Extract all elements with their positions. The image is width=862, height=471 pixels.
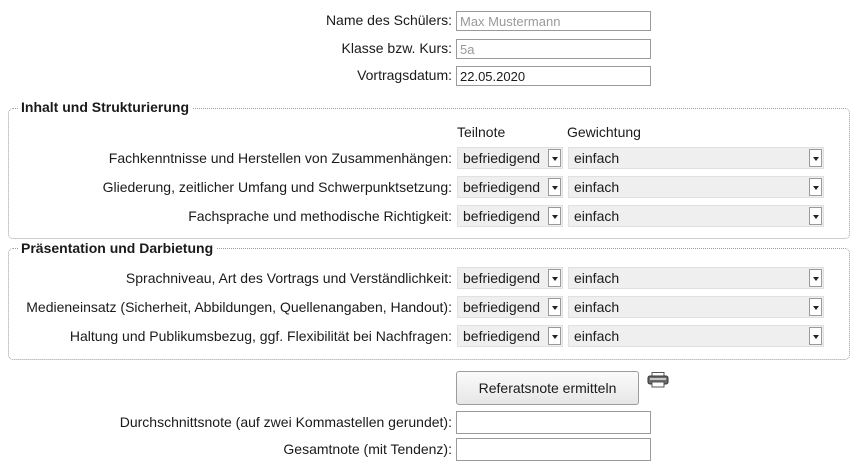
criterion-label: Fachsprache und methodische Richtigkeit:	[188, 208, 452, 224]
grade-select[interactable]: befriedigend	[457, 325, 563, 347]
criterion-label: Medieneinsatz (Sicherheit, Abbildungen, …	[26, 299, 452, 315]
dropdown-arrow-icon	[548, 149, 561, 167]
weight-select[interactable]: einfach	[568, 205, 824, 227]
date-label: Vortragsdatum:	[357, 67, 452, 83]
grade-select[interactable]: befriedigend	[457, 296, 563, 318]
average-grade-output[interactable]	[456, 411, 651, 434]
criterion-label: Sprachniveau, Art des Vortrags und Verst…	[125, 270, 452, 286]
grade-select-value: befriedigend	[463, 270, 541, 286]
grade-select-value: befriedigend	[463, 328, 541, 344]
dropdown-arrow-icon	[809, 207, 822, 225]
weight-select-value: einfach	[574, 328, 620, 344]
weight-column-header: Gewichtung	[567, 124, 641, 140]
grade-select[interactable]: befriedigend	[457, 267, 563, 289]
weight-select[interactable]: einfach	[568, 267, 824, 289]
dropdown-arrow-icon	[809, 149, 822, 167]
dropdown-arrow-icon	[548, 178, 561, 196]
dropdown-arrow-icon	[548, 269, 561, 287]
grade-select-value: befriedigend	[463, 150, 541, 166]
compute-grade-button[interactable]: Referatsnote ermitteln	[456, 371, 639, 405]
date-input[interactable]	[456, 66, 651, 86]
student-name-input[interactable]	[456, 11, 651, 31]
criterion-label: Haltung und Publikumsbezug, ggf. Flexibi…	[69, 328, 452, 344]
dropdown-arrow-icon	[809, 327, 822, 345]
weight-select[interactable]: einfach	[568, 325, 824, 347]
dropdown-arrow-icon	[809, 298, 822, 316]
total-grade-label: Gesamtnote (mit Tendenz):	[283, 441, 452, 457]
weight-select[interactable]: einfach	[568, 147, 824, 169]
dropdown-arrow-icon	[548, 207, 561, 225]
grade-select-value: befriedigend	[463, 179, 541, 195]
grade-select[interactable]: befriedigend	[457, 205, 563, 227]
weight-select[interactable]: einfach	[568, 176, 824, 198]
grade-select-value: befriedigend	[463, 208, 541, 224]
weight-select-value: einfach	[574, 208, 620, 224]
class-input[interactable]	[456, 39, 651, 59]
dropdown-arrow-icon	[548, 298, 561, 316]
class-label: Klasse bzw. Kurs:	[341, 40, 453, 56]
dropdown-arrow-icon	[809, 178, 822, 196]
criterion-label: Gliederung, zeitlicher Umfang und Schwer…	[102, 179, 452, 195]
grade-select[interactable]: befriedigend	[457, 176, 563, 198]
weight-select-value: einfach	[574, 270, 620, 286]
grade-select[interactable]: befriedigend	[457, 147, 563, 169]
student-name-label: Name des Schülers:	[325, 12, 452, 28]
grade-column-header: Teilnote	[457, 124, 506, 140]
printer-icon[interactable]	[647, 372, 669, 388]
weight-select[interactable]: einfach	[568, 296, 824, 318]
criterion-label: Fachkenntnisse und Herstellen von Zusamm…	[108, 150, 452, 166]
weight-select-value: einfach	[574, 150, 620, 166]
weight-select-value: einfach	[574, 299, 620, 315]
weight-select-value: einfach	[574, 179, 620, 195]
content-structure-legend: Inhalt und Strukturierung	[18, 99, 192, 115]
average-grade-label: Durchschnittsnote (auf zwei Kommastellen…	[119, 414, 452, 430]
total-grade-output[interactable]	[456, 438, 651, 461]
dropdown-arrow-icon	[548, 327, 561, 345]
grade-select-value: befriedigend	[463, 299, 541, 315]
dropdown-arrow-icon	[809, 269, 822, 287]
presentation-legend: Präsentation und Darbietung	[18, 240, 217, 256]
